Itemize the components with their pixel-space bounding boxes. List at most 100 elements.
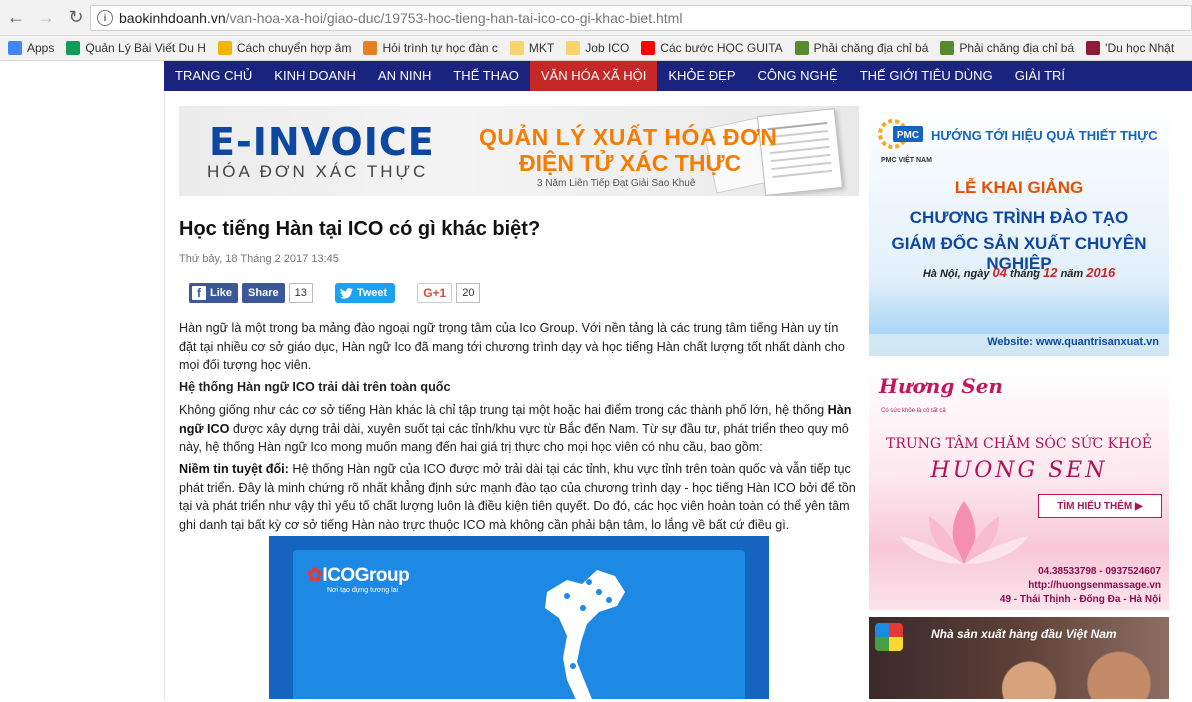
banner-headline-1: QUẢN LÝ XUẤT HÓA ĐƠN <box>479 124 778 150</box>
pmc-subtitle: PMC VIỆT NAM <box>881 157 932 164</box>
reload-icon[interactable]: ↻ <box>62 4 90 32</box>
forward-icon[interactable]: → <box>32 4 60 32</box>
article-date: Thứ bảy, 18 Tháng 2 2017 13:45 <box>179 253 339 265</box>
bookmarks-bar: Apps Quản Lý Bài Viết Du H Cách chuyển hợp… <box>0 36 1192 61</box>
apps-grid-icon <box>8 41 22 55</box>
nav-item[interactable]: CÔNG NGHỆ <box>747 61 849 91</box>
huongsen-title: TRUNG TÂM CHĂM SÓC SỨC KHOẺ <box>886 436 1152 452</box>
bookmark-label: Các bước HỌC GUITA <box>660 41 783 55</box>
huongsen-tagline: Có sức khỏe là có tất cả <box>881 408 946 414</box>
gplus-count: 20 <box>456 283 481 303</box>
p2-text-a: Không giống như các cơ sở tiếng Hàn khác… <box>179 403 828 417</box>
bookmark-item[interactable]: Apps <box>8 41 54 55</box>
brand-logo-icon <box>875 623 903 651</box>
nav-item[interactable]: KHỎE ĐẸP <box>657 61 746 91</box>
bookmark-label: Quản Lý Bài Viết Du H <box>85 41 206 55</box>
bookmark-item[interactable]: Các bước HỌC GUITA <box>641 41 783 55</box>
nav-item[interactable]: VĂN HÓA XÃ HỘI <box>529 61 658 91</box>
learn-more-button[interactable]: TÌM HIỂU THÊM ▶ <box>1038 494 1162 518</box>
article-paragraph-1: Hàn ngữ là một trong ba mảng đào ngoại n… <box>179 321 845 372</box>
bookmark-item[interactable]: 'Du học Nhật <box>1086 41 1174 55</box>
bookmark-favicon-icon <box>940 41 955 55</box>
invoice-document-icon <box>757 108 843 196</box>
article-paragraph-3: Niềm tin tuyệt đối: Hệ thống Hàn ngữ của… <box>179 460 859 534</box>
ico-tagline: Nơi tạo dựng tương lai <box>327 587 399 594</box>
bookmark-favicon-icon <box>641 41 656 55</box>
huongsen-address: 49 - Thái Thịnh - Đống Đa - Hà Nội <box>999 594 1161 605</box>
tweet-label: Tweet <box>356 287 388 299</box>
bookmark-label: Cách chuyển hợp âm <box>236 41 352 55</box>
share-bar: f Like Share 13 Tweet G+1 20 <box>189 283 481 303</box>
ad-photo <box>969 647 1169 699</box>
facebook-share-button[interactable]: Share <box>242 283 285 303</box>
twitter-icon <box>339 287 353 299</box>
facebook-like-button[interactable]: f Like <box>189 283 239 303</box>
ico-swoosh-icon: ✿ <box>307 565 323 586</box>
article-paragraph-2: Không giống như các cơ sở tiếng Hàn khác… <box>179 401 859 457</box>
pmc-line-2: CHƯƠNG TRÌNH ĐÀO TẠO <box>909 208 1129 227</box>
ico-group-logo: ✿ICOGroup <box>307 564 410 587</box>
nav-item[interactable]: TRANG CHỦ <box>164 61 263 91</box>
bookmark-favicon-icon <box>363 41 378 55</box>
banner-headline-2: ĐIỆN TỬ XÁC THỰC <box>519 150 742 176</box>
bookmark-item[interactable]: Hỏi trình tự học đàn c <box>363 41 498 55</box>
bookmark-label: 'Du học Nhật <box>1105 41 1175 55</box>
bookmark-favicon-icon <box>566 41 581 55</box>
bookmark-label: MKT <box>528 41 555 55</box>
vietnam-map-icon <box>545 570 625 702</box>
huongsen-name: HUONG SEN <box>930 458 1108 483</box>
info-icon[interactable]: i <box>97 10 113 26</box>
lotus-flower-icon <box>899 501 1029 564</box>
huongsen-phone: 04.38533798 - 0937524607 <box>1038 566 1161 577</box>
bookmark-item[interactable]: Job ICO <box>566 41 629 55</box>
pmc-date: Hà Nội, ngày 04 tháng 12 năm 2016 <box>922 265 1116 280</box>
bookmark-favicon-icon <box>66 41 81 55</box>
pmc-logo-text: PMC <box>897 130 919 141</box>
address-bar[interactable]: i baokinhdoanh.vn/van-hoa-xa-hoi/giao-du… <box>90 5 1192 31</box>
bookmark-item[interactable]: Quản Lý Bài Viết Du H <box>66 41 206 55</box>
bookmark-label: Job ICO <box>585 41 630 55</box>
bookmark-favicon-icon <box>217 41 232 55</box>
nav-item[interactable]: THỂ THAO <box>442 61 530 91</box>
p2-text-c: được xây dựng trải dài, xuyên suốt tại c… <box>179 421 849 455</box>
bookmark-label: Apps <box>27 41 55 55</box>
like-label: Like <box>210 287 233 299</box>
manufacturer-ad-text: Nhà sản xuất hàng đầu Việt Nam <box>931 627 1117 641</box>
bookmark-item[interactable]: Phải chăng địa chỉ bá <box>794 41 928 55</box>
bookmark-label: Phải chăng địa chỉ bá <box>959 41 1075 55</box>
bookmark-favicon-icon <box>794 41 809 55</box>
back-icon[interactable]: ← <box>2 4 30 32</box>
banner-tagline: 3 Năm Liên Tiếp Đạt Giải Sao Khuê <box>537 178 696 189</box>
einvoice-subtitle: HÓA ĐƠN XÁC THỰC <box>207 162 429 181</box>
nav-item[interactable]: AN NINH <box>367 61 442 91</box>
huongsen-ad[interactable]: Hương Sen Có sức khỏe là có tất cả TRUNG… <box>869 366 1169 610</box>
google-plus-button[interactable]: G+1 <box>417 283 453 303</box>
nav-item[interactable]: KINH DOANH <box>263 61 367 91</box>
einvoice-banner[interactable]: E-INVOICE HÓA ĐƠN XÁC THỰC QUẢN LÝ XUẤT … <box>179 106 859 196</box>
pmc-line-1: LỄ KHAI GIẢNG <box>954 178 1084 197</box>
pmc-website: Website: www.quantrisanxuat.vn <box>987 336 1159 348</box>
bookmark-favicon-icon <box>509 41 524 55</box>
share-count: 13 <box>288 283 313 303</box>
pmc-gear-icon: PMC <box>878 119 923 149</box>
page-margin <box>0 61 164 699</box>
pmc-header: HƯỚNG TỚI HIỆU QUẢ THIẾT THỰC <box>931 128 1158 143</box>
manufacturer-ad[interactable]: Nhà sản xuất hàng đầu Việt Nam <box>869 617 1169 699</box>
nav-item[interactable]: GIẢI TRÍ <box>1004 61 1076 91</box>
bookmark-item[interactable]: Cách chuyển hợp âm <box>217 41 352 55</box>
skyline-graphic <box>869 284 1169 334</box>
bookmark-item[interactable]: Phải chăng địa chỉ bá <box>940 41 1074 55</box>
article-subheading: Hệ thống Hàn ngữ ICO trải dài trên toàn … <box>179 380 451 394</box>
pmc-ad[interactable]: PMC PMC VIỆT NAM HƯỚNG TỚI HIỆU QUẢ THIẾ… <box>869 106 1169 356</box>
huongsen-url: http://huongsenmassage.vn <box>1028 580 1161 591</box>
bookmark-label: Hỏi trình tự học đàn c <box>382 41 498 55</box>
browser-toolbar: ← → ↻ i baokinhdoanh.vn/van-hoa-xa-hoi/g… <box>0 0 1192 36</box>
ico-logo-text: ICOGroup <box>322 565 410 586</box>
tweet-button[interactable]: Tweet <box>334 283 396 303</box>
p3-bold: Niềm tin tuyệt đối: <box>179 462 289 476</box>
bookmark-item[interactable]: MKT <box>509 41 555 55</box>
url-path: /van-hoa-xa-hoi/giao-duc/19753-hoc-tieng… <box>225 10 683 26</box>
nav-item[interactable]: THẾ GIỚI TIÊU DÙNG <box>849 61 1004 91</box>
einvoice-logo: E-INVOICE <box>209 120 435 164</box>
article-title: Học tiếng Hàn tại ICO có gì khác biệt? <box>179 218 541 240</box>
